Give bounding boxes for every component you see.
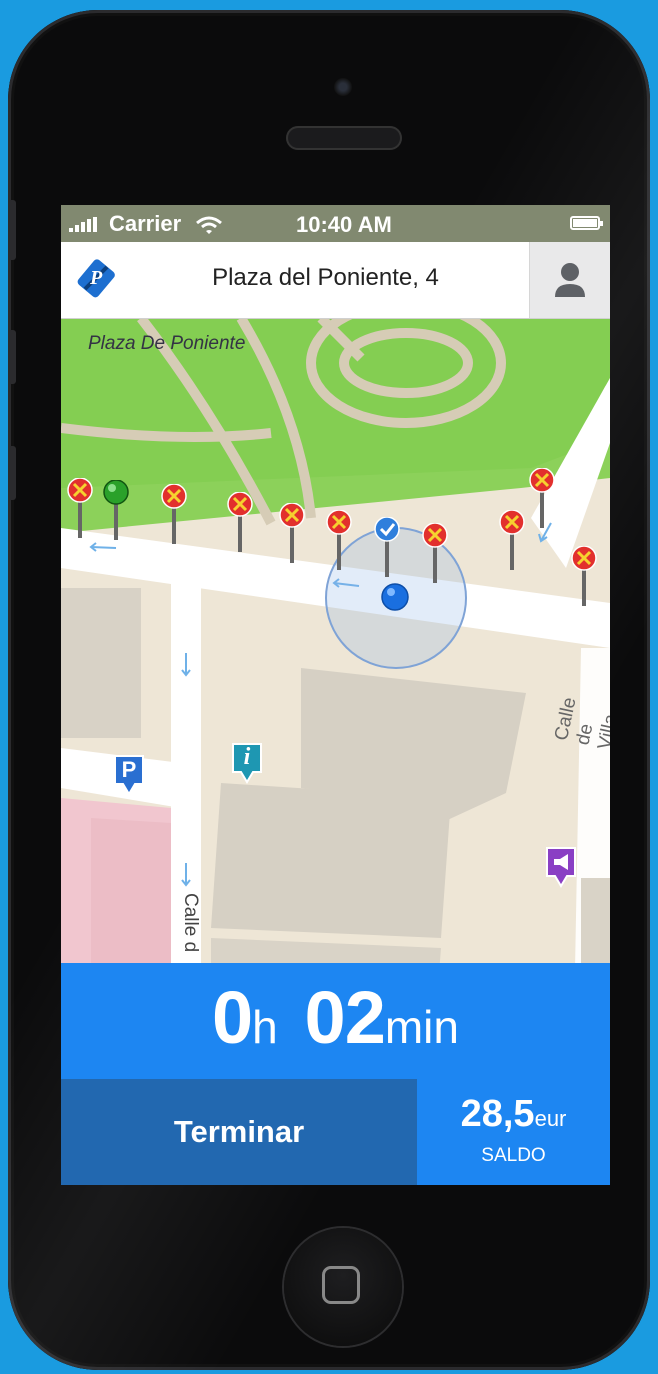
map-label-calle: Calle d — [180, 893, 201, 953]
parking-timer: 0h 02min — [61, 963, 610, 1079]
no-parking-pin[interactable] — [569, 545, 599, 613]
end-parking-button[interactable]: Terminar — [61, 1079, 417, 1185]
no-parking-pin[interactable] — [225, 491, 255, 559]
parking-marker-letter: P — [121, 757, 137, 782]
balance-amount: 28,5 — [460, 1093, 535, 1135]
mute-switch — [8, 200, 16, 260]
timer-hours: 0 — [212, 976, 253, 1059]
timer-readout: 0h 02min — [61, 975, 610, 1060]
earpiece-speaker — [286, 126, 402, 150]
balance-currency: eur — [534, 1106, 567, 1131]
info-marker[interactable]: i — [231, 742, 263, 784]
user-location-dot — [381, 583, 409, 611]
address-title: Plaza del Poniente, 4 — [212, 264, 439, 291]
user-icon — [555, 263, 585, 297]
map-label-plaza: Plaza De Poniente — [88, 333, 246, 354]
selected-spot-pin[interactable] — [372, 516, 402, 584]
parking-marker[interactable]: P — [113, 754, 145, 796]
no-parking-pin[interactable] — [324, 509, 354, 577]
no-parking-pin[interactable] — [497, 509, 527, 577]
end-parking-label: Terminar — [173, 1114, 305, 1149]
timer-minutes-unit: min — [384, 1001, 459, 1053]
balance-label: SALDO — [481, 1145, 546, 1166]
status-bar: Carrier 10:40 AM — [61, 205, 610, 242]
announcement-marker[interactable] — [545, 846, 577, 888]
volume-up-button — [8, 330, 16, 384]
signal-icon — [69, 217, 97, 233]
info-marker-letter: i — [243, 744, 251, 770]
battery-icon — [570, 216, 603, 230]
home-button[interactable] — [284, 1228, 402, 1346]
volume-down-button — [8, 446, 16, 500]
timer-hours-unit: h — [252, 1001, 278, 1053]
status-time: 10:40 AM — [296, 212, 392, 237]
no-parking-pin[interactable] — [420, 522, 450, 590]
balance-panel: 28,5eur SALDO — [417, 1079, 610, 1185]
carrier-area: Carrier — [69, 211, 223, 237]
no-parking-pin[interactable] — [527, 467, 557, 535]
free-parking-pin[interactable] — [101, 479, 131, 547]
balance-amount-row: 28,5eur — [417, 1093, 610, 1136]
top-nav-bar: P Plaza del Poniente, 4 — [61, 242, 610, 319]
profile-button[interactable] — [529, 242, 610, 318]
no-parking-pin[interactable] — [65, 477, 95, 545]
home-square-icon — [322, 1266, 360, 1304]
timer-minutes: 02 — [304, 976, 386, 1059]
wifi-icon — [196, 216, 223, 235]
no-parking-pin[interactable] — [159, 483, 189, 551]
front-camera — [334, 78, 352, 96]
no-parking-pin[interactable] — [277, 502, 307, 570]
carrier-name: Carrier — [109, 211, 182, 236]
app-screen: Plaza De Poniente Calle de Villa Calle d — [61, 205, 610, 1185]
